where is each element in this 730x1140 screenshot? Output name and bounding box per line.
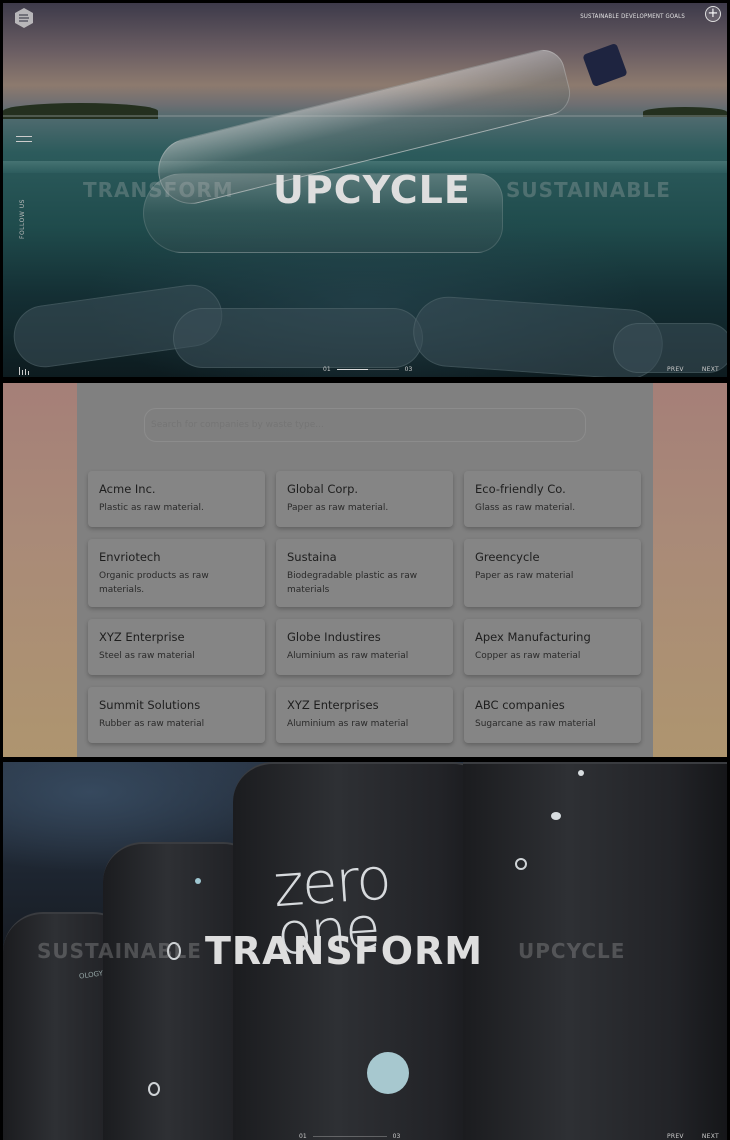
slide-pager: 01 03 bbox=[323, 366, 412, 373]
company-material: Sugarcane as raw material bbox=[475, 719, 596, 729]
silo-teal-circle bbox=[367, 1052, 409, 1094]
company-name: Global Corp. bbox=[287, 482, 359, 496]
pager-track bbox=[312, 1136, 387, 1137]
company-name: XYZ Enterprise bbox=[99, 630, 185, 644]
company-material: Paper as raw material. bbox=[287, 503, 389, 513]
company-card[interactable]: Greencycle Paper as raw material bbox=[464, 539, 641, 607]
plus-button[interactable]: + bbox=[705, 6, 721, 22]
pager-track bbox=[336, 369, 399, 370]
company-name: Eco-friendly Co. bbox=[475, 482, 566, 496]
silo-dot bbox=[195, 878, 201, 884]
word-center: UPCYCLE bbox=[273, 168, 471, 212]
slide-nav: PREV NEXT bbox=[667, 366, 719, 373]
silo-dot bbox=[551, 812, 561, 820]
company-name: Acme Inc. bbox=[99, 482, 156, 496]
company-name: Envriotech bbox=[99, 550, 161, 564]
company-directory: Acme Inc. Plastic as raw material. Global … bbox=[3, 383, 727, 757]
company-card[interactable]: Envriotech Organic products as raw materi… bbox=[88, 539, 265, 607]
company-material: Glass as raw material. bbox=[475, 503, 576, 513]
hero-upcycle: SUSTAINABLE DEVELOPMENT GOALS + FOLLOW U… bbox=[3, 3, 727, 377]
company-card[interactable]: Summit Solutions Rubber as raw material bbox=[88, 687, 265, 743]
slide-pager: 01 03 bbox=[299, 1133, 400, 1140]
pager-fill bbox=[336, 369, 368, 370]
sdg-link[interactable]: SUSTAINABLE DEVELOPMENT GOALS bbox=[580, 13, 685, 20]
company-name: Greencycle bbox=[475, 550, 540, 564]
pager-total: 03 bbox=[392, 1133, 401, 1140]
company-card[interactable]: XYZ Enterprise Steel as raw material bbox=[88, 619, 265, 675]
company-card[interactable]: Global Corp. Paper as raw material. bbox=[276, 471, 453, 527]
company-card[interactable]: XYZ Enterprises Aluminium as raw material bbox=[276, 687, 453, 743]
pager-current: 01 bbox=[299, 1133, 307, 1140]
prev-button[interactable]: PREV bbox=[667, 366, 684, 373]
follow-us-label[interactable]: FOLLOW US bbox=[19, 199, 26, 239]
company-material: Copper as raw material bbox=[475, 651, 581, 661]
company-name: Sustaina bbox=[287, 550, 337, 564]
company-name: Apex Manufacturing bbox=[475, 630, 591, 644]
bottle-cap bbox=[582, 42, 628, 88]
search-input[interactable] bbox=[144, 408, 586, 442]
word-right: UPCYCLE bbox=[518, 939, 626, 963]
company-material: Paper as raw material bbox=[475, 571, 574, 581]
company-material: Plastic as raw material. bbox=[99, 503, 204, 513]
sound-bars-icon[interactable] bbox=[19, 367, 29, 375]
company-material: Rubber as raw material bbox=[99, 719, 205, 729]
company-card[interactable]: Acme Inc. Plastic as raw material. bbox=[88, 471, 265, 527]
directory-panel: Acme Inc. Plastic as raw material. Global … bbox=[77, 383, 653, 757]
pager-total: 03 bbox=[404, 366, 413, 373]
company-grid: Acme Inc. Plastic as raw material. Global … bbox=[88, 471, 642, 743]
silo-ring bbox=[515, 858, 527, 870]
company-name: XYZ Enterprises bbox=[287, 698, 379, 712]
word-right: SUSTAINABLE bbox=[506, 178, 671, 202]
company-material: Organic products as raw materials. bbox=[99, 571, 209, 595]
hamburger-menu-icon[interactable] bbox=[16, 136, 32, 146]
next-button[interactable]: NEXT bbox=[702, 366, 719, 373]
slide-nav: PREV NEXT bbox=[667, 1133, 719, 1140]
pager-current: 01 bbox=[323, 366, 331, 373]
company-card[interactable]: Apex Manufacturing Copper as raw material bbox=[464, 619, 641, 675]
company-name: Globe Industires bbox=[287, 630, 381, 644]
company-card[interactable]: Eco-friendly Co. Glass as raw material. bbox=[464, 471, 641, 527]
silo-ring bbox=[148, 1082, 160, 1096]
silo-dot bbox=[578, 770, 584, 776]
company-name: Summit Solutions bbox=[99, 698, 201, 712]
hero-transform: zero one OLOGY SUSTAINABLE TRANSFORM UPC… bbox=[3, 762, 727, 1140]
company-material: Steel as raw material bbox=[99, 651, 195, 661]
word-left: TRANSFORM bbox=[83, 178, 234, 202]
logo-icon[interactable] bbox=[13, 7, 35, 29]
company-card[interactable]: Globe Industires Aluminium as raw materia… bbox=[276, 619, 453, 675]
company-name: ABC companies bbox=[475, 698, 565, 712]
word-center: TRANSFORM bbox=[205, 929, 484, 973]
company-material: Aluminium as raw material bbox=[287, 651, 409, 661]
seabed-bottle bbox=[173, 308, 423, 368]
prev-button[interactable]: PREV bbox=[667, 1133, 684, 1140]
next-button[interactable]: NEXT bbox=[702, 1133, 719, 1140]
word-left: SUSTAINABLE bbox=[37, 939, 202, 963]
company-material: Aluminium as raw material bbox=[287, 719, 409, 729]
company-material: Biodegradable plastic as raw materials bbox=[287, 571, 418, 595]
company-card[interactable]: Sustaina Biodegradable plastic as raw mat… bbox=[276, 539, 453, 607]
company-card[interactable]: ABC companies Sugarcane as raw material bbox=[464, 687, 641, 743]
